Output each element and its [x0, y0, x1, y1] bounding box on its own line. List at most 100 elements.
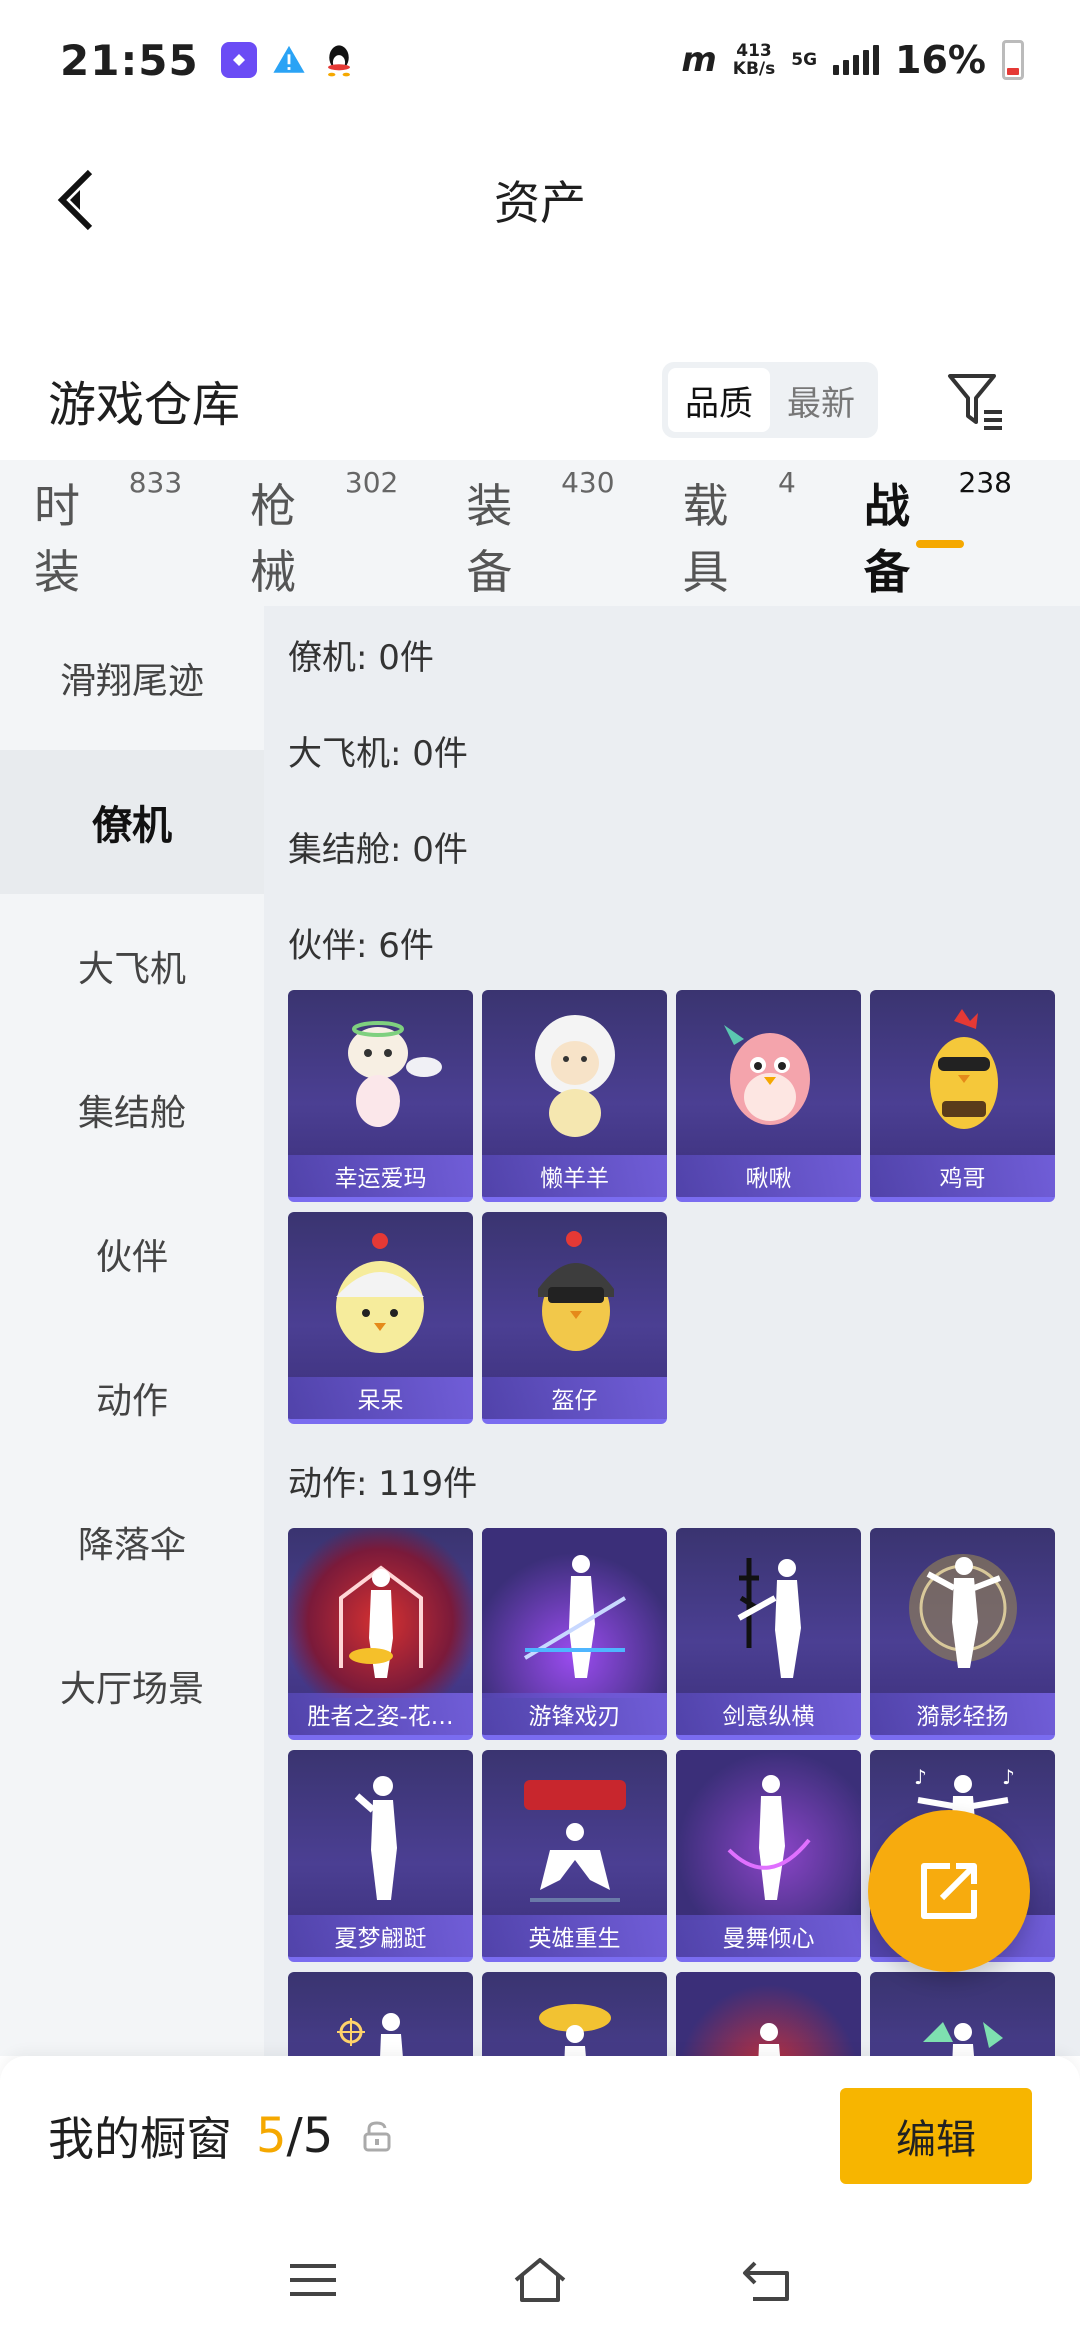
emote-card[interactable] [676, 1972, 861, 2056]
blade-dance-icon [482, 1528, 667, 1698]
emote-card[interactable] [482, 1972, 667, 2056]
page-title: 资产 [494, 176, 586, 230]
back-button[interactable] [36, 160, 116, 240]
tab-guns[interactable]: 枪械 302 [250, 464, 398, 602]
emote-card[interactable]: 夏梦翩跹 [288, 1750, 473, 1962]
sort-quality-option[interactable]: 品质 [668, 368, 770, 432]
chick-icon [288, 1212, 473, 1382]
showcase-label: 我的橱窗 [48, 2112, 232, 2166]
emote-card[interactable]: 英雄重生 [482, 1750, 667, 1962]
emote-name: 漪影轻扬 [870, 1693, 1055, 1735]
emote-card[interactable] [870, 1972, 1055, 2056]
emote-card[interactable]: 漪影轻扬 [870, 1528, 1055, 1740]
network-type: 5G [791, 50, 818, 70]
fire-pose-icon [676, 1972, 861, 2056]
tab-combat-gear[interactable]: 战备 238 [864, 464, 1012, 602]
section-title-big-plane: 大飞机: 0件 [288, 733, 468, 774]
hero-reborn-icon [482, 1750, 667, 1920]
battery-percent: 16% [895, 38, 986, 82]
warehouse-title: 游戏仓库 [48, 377, 241, 433]
section-title-wingman: 僚机: 0件 [288, 637, 434, 678]
page-header: 资产 [0, 120, 1080, 280]
helmet-chick-icon [482, 1212, 667, 1382]
tab-equipment[interactable]: 装备 430 [466, 464, 614, 602]
nfc-icon: m [681, 40, 717, 80]
showcase-bar: 我的橱窗 5/5 编辑 [0, 2056, 1080, 2216]
partner-name: 幸运爱玛 [288, 1155, 473, 1197]
emote-name: 英雄重生 [482, 1915, 667, 1957]
section-title-assembly: 集结舱: 0件 [288, 829, 468, 870]
side-item-big-plane[interactable]: 大飞机 [0, 894, 264, 1038]
partner-grid: 幸运爱玛 懒羊羊 啾啾 鸡哥 呆呆 盔仔 [288, 990, 1056, 1424]
partner-card[interactable]: 鸡哥 [870, 990, 1055, 1202]
tab-fashion[interactable]: 时装 833 [34, 464, 182, 602]
emote-name: 夏梦翩跹 [288, 1915, 473, 1957]
category-tabs: 时装 833 枪械 302 装备 430 载具 4 战备 238 [0, 460, 1080, 606]
sort-newest-option[interactable]: 最新 [770, 368, 872, 432]
back-nav-button[interactable] [727, 2240, 807, 2320]
filter-button[interactable] [936, 360, 1016, 440]
section-title-emote: 动作: 119件 [288, 1463, 478, 1504]
emote-card[interactable] [288, 1972, 473, 2056]
rooster-sunglasses-icon [870, 990, 1055, 1160]
aim-pose-icon [288, 1972, 473, 2056]
menu-icon [290, 2264, 337, 2296]
partner-card[interactable]: 呆呆 [288, 1212, 473, 1424]
status-bar: 21:55 m 413 KB/s 5G 16% [0, 0, 1080, 120]
menu-nav-button[interactable] [273, 2240, 353, 2320]
qq-icon [321, 42, 357, 78]
emote-name: 剑意纵横 [676, 1693, 861, 1735]
golden-pose-icon [482, 1972, 667, 2056]
showcase-count: 5/5 [256, 2108, 334, 2164]
partner-name: 鸡哥 [870, 1155, 1055, 1197]
side-item-lobby-scene[interactable]: 大厅场景 [0, 1614, 264, 1758]
system-nav-bar [0, 2216, 1080, 2344]
tab-vehicles[interactable]: 载具 4 [683, 464, 796, 602]
victory-pose-icon [288, 1528, 473, 1698]
splash-pose-icon [870, 1972, 1055, 2056]
side-item-glide-trail[interactable]: 滑翔尾迹 [0, 606, 264, 750]
emote-name: 胜者之姿-花… [288, 1693, 473, 1735]
partner-card[interactable]: 懒羊羊 [482, 990, 667, 1202]
back-arrow-icon [742, 2261, 789, 2301]
summer-dance-icon [288, 1750, 473, 1920]
side-item-partner[interactable]: 伙伴 [0, 1182, 264, 1326]
filter-icon [948, 374, 1002, 430]
sheep-icon [482, 990, 667, 1160]
partner-name: 呆呆 [288, 1377, 473, 1419]
chevron-left-icon [57, 169, 93, 231]
emote-name: 游锋戏刃 [482, 1693, 667, 1735]
share-icon [921, 1863, 977, 1919]
svg-text:♪: ♪ [1002, 1765, 1015, 1789]
warehouse-row: 游戏仓库 品质 最新 [0, 340, 1080, 460]
angel-cat-icon [288, 990, 473, 1160]
status-time: 21:55 [60, 35, 199, 85]
net-speed: 413 KB/s [732, 41, 776, 79]
partner-card[interactable]: 盔仔 [482, 1212, 667, 1424]
sword-pose-icon [676, 1528, 861, 1698]
emote-card[interactable]: 游锋戏刃 [482, 1528, 667, 1740]
emote-grid: 胜者之姿-花… 游锋戏刃 剑意纵横 漪影轻扬 夏梦翩跹 英雄重生 曼舞倾心 ♪ … [288, 1528, 1056, 2056]
side-item-assembly-pod[interactable]: 集结舱 [0, 1038, 264, 1182]
app-notification-icon [220, 42, 257, 78]
home-icon [514, 2258, 566, 2302]
emote-card[interactable]: 胜者之姿-花… [288, 1528, 473, 1740]
side-item-wingman[interactable]: 僚机 [0, 750, 264, 894]
side-item-emote[interactable]: 动作 [0, 1326, 264, 1470]
edit-button[interactable]: 编辑 [840, 2088, 1032, 2184]
share-fab[interactable] [868, 1810, 1030, 1972]
side-item-parachute[interactable]: 降落伞 [0, 1470, 264, 1614]
partner-name: 盔仔 [482, 1377, 667, 1419]
warning-icon [271, 42, 307, 78]
partner-card[interactable]: 幸运爱玛 [288, 990, 473, 1202]
home-nav-button[interactable] [500, 2240, 580, 2320]
emote-name: 曼舞倾心 [676, 1915, 861, 1957]
svg-text:♪: ♪ [914, 1765, 927, 1789]
ripple-dance-icon [870, 1528, 1055, 1698]
emote-card[interactable]: 剑意纵横 [676, 1528, 861, 1740]
signal-icon [833, 45, 880, 75]
graceful-dance-icon [676, 1750, 861, 1920]
partner-card[interactable]: 啾啾 [676, 990, 861, 1202]
battery-icon [1002, 40, 1024, 80]
emote-card[interactable]: 曼舞倾心 [676, 1750, 861, 1962]
